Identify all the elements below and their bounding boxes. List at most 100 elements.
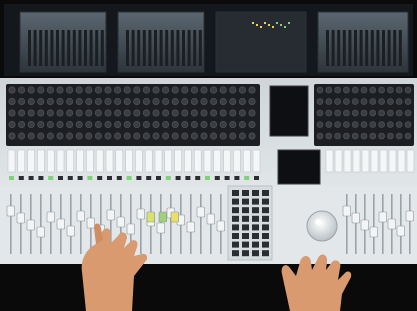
fader-cap xyxy=(16,212,25,224)
knob xyxy=(162,98,170,106)
channel-button xyxy=(27,149,35,173)
knob xyxy=(123,98,131,106)
fader-cap-coloured xyxy=(146,211,155,223)
knob xyxy=(94,132,102,140)
knob xyxy=(219,86,227,94)
jog-wheel xyxy=(306,210,338,242)
knob xyxy=(325,109,333,117)
meter-led xyxy=(288,22,290,24)
knob xyxy=(56,121,64,129)
knob xyxy=(316,109,324,117)
channel-led xyxy=(9,176,14,180)
fader-cap xyxy=(351,212,360,224)
knob xyxy=(181,121,189,129)
knob xyxy=(229,86,237,94)
knob xyxy=(334,109,341,117)
fader-slot xyxy=(346,194,348,254)
meter-bar xyxy=(56,30,59,66)
channel-led xyxy=(87,176,93,180)
channel-button xyxy=(203,149,212,173)
channel-led xyxy=(254,176,259,180)
knob xyxy=(210,121,218,129)
knob xyxy=(378,132,385,140)
knob xyxy=(56,86,64,94)
channel-led xyxy=(175,176,181,180)
meter-bar xyxy=(387,30,391,66)
knob xyxy=(162,121,170,129)
fader-slot xyxy=(80,194,82,254)
meter-bar xyxy=(67,30,71,66)
meter-bar xyxy=(187,30,191,66)
center-keypad xyxy=(227,185,273,261)
fader-cap xyxy=(106,209,115,221)
knob xyxy=(190,109,198,117)
keypad-key xyxy=(262,233,269,239)
channel-led xyxy=(97,176,103,180)
knob xyxy=(238,86,246,94)
channel-button xyxy=(193,149,202,173)
knob xyxy=(200,109,208,117)
knob xyxy=(85,86,93,94)
knob xyxy=(229,121,237,129)
knob xyxy=(190,121,198,129)
knob xyxy=(8,132,16,140)
knob xyxy=(133,86,141,94)
knob xyxy=(351,121,359,128)
knob xyxy=(46,121,54,129)
knob xyxy=(360,121,368,128)
meter-bar xyxy=(365,30,369,66)
knob xyxy=(395,132,403,140)
knob xyxy=(8,98,16,106)
knob xyxy=(316,98,324,105)
meter-bar xyxy=(359,30,363,66)
fader-slot xyxy=(382,194,384,254)
meter-led xyxy=(256,24,258,26)
keypad-key xyxy=(262,241,269,248)
knob xyxy=(248,121,256,129)
keypad-key xyxy=(232,233,239,239)
keypad-key xyxy=(242,250,249,257)
keypad-key xyxy=(242,190,249,196)
keypad-key xyxy=(232,198,239,205)
knob xyxy=(18,98,26,106)
knob xyxy=(181,98,189,106)
knob xyxy=(369,109,377,117)
knob xyxy=(85,98,93,106)
knob xyxy=(181,132,189,140)
fader-cap xyxy=(56,218,65,230)
meter-led xyxy=(284,26,286,28)
knob xyxy=(334,86,341,94)
channel-button xyxy=(343,149,352,173)
knob xyxy=(404,121,412,128)
channel-led xyxy=(126,176,132,180)
knob xyxy=(316,86,324,94)
knob xyxy=(133,98,141,106)
knob xyxy=(104,98,112,106)
knob xyxy=(200,132,208,140)
knob xyxy=(27,98,35,106)
fader-slot xyxy=(373,194,375,254)
knob xyxy=(387,86,394,94)
knob xyxy=(351,132,359,140)
knob xyxy=(181,109,189,117)
keypad-key xyxy=(242,241,249,248)
meter-bar xyxy=(170,30,174,66)
meter-bar xyxy=(331,30,335,66)
channel-led xyxy=(116,176,122,180)
meter-led xyxy=(268,24,270,26)
knob xyxy=(66,132,74,140)
meter-bar xyxy=(100,30,104,66)
meter-bar xyxy=(376,30,380,66)
meter-bar xyxy=(95,30,99,66)
channel-button xyxy=(242,149,251,173)
meter-bar xyxy=(126,30,129,66)
knob xyxy=(316,121,324,128)
meter-led xyxy=(260,26,262,28)
knob xyxy=(85,121,93,129)
channel-button xyxy=(370,149,379,173)
keypad-key xyxy=(262,215,269,222)
channel-led xyxy=(234,176,240,180)
knob xyxy=(351,98,359,105)
knob xyxy=(360,132,368,140)
meter-bar xyxy=(398,30,402,66)
